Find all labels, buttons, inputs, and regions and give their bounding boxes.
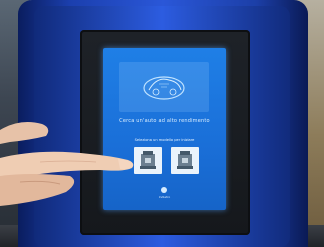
machine-icon bbox=[177, 151, 193, 169]
logo-panel bbox=[119, 62, 209, 112]
option-button-right[interactable] bbox=[171, 147, 199, 174]
pointing-hand bbox=[0, 122, 134, 206]
kiosk-photo: Cerca un'auto ad alto rendimento Selezio… bbox=[0, 0, 324, 247]
car-engine-icon bbox=[143, 76, 185, 100]
